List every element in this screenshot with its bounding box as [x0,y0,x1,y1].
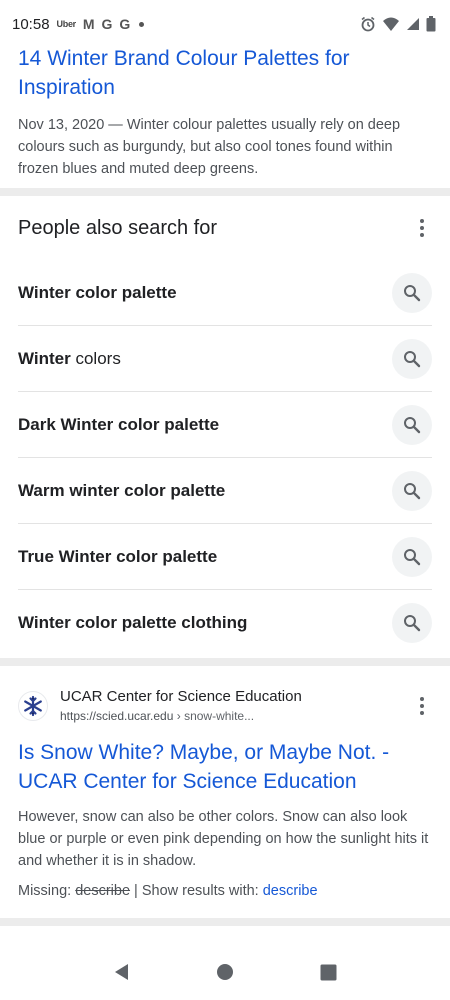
signal-icon [407,18,419,30]
pasf-item[interactable]: Winter color palette [18,260,432,326]
pasf-query: Winter color palette [18,282,177,302]
section-divider [0,188,450,196]
people-also-search-for: People also search for Winter color pale… [0,198,450,656]
show-results-with-link[interactable]: describe [263,883,318,899]
pasf-heading: People also search for [18,216,218,239]
result-title-link[interactable]: Is Snow White? Maybe, or Maybe Not. - UC… [18,738,432,796]
status-left: 10:58 Uber M G G [12,15,145,33]
status-right [360,16,436,32]
home-icon[interactable] [216,963,234,981]
navigation-bar [0,944,450,1000]
more-notifications-dot-icon [139,21,145,27]
section-divider [0,918,450,926]
search-icon[interactable] [392,338,432,379]
result-title-link[interactable]: 14 Winter Brand Colour Palettes for Insp… [18,44,432,102]
search-result-1: 14 Winter Brand Colour Palettes for Insp… [0,44,450,180]
search-result-2: UCAR Center for Science Education https:… [0,680,450,899]
result-snippet: Nov 13, 2020 — Winter colour palettes us… [18,117,401,177]
battery-icon [426,16,436,32]
more-vert-icon[interactable] [412,694,432,718]
pasf-query: True Winter color palette [18,546,218,566]
result-source[interactable]: UCAR Center for Science Education https:… [18,680,432,732]
pasf-item[interactable]: True Winter color palette [18,524,432,590]
status-time: 10:58 [12,15,50,33]
pasf-item[interactable]: Dark Winter color palette [18,392,432,458]
status-bar: 10:58 Uber M G G [0,0,450,48]
back-icon[interactable] [113,963,131,981]
pasf-query: Warm winter color palette [18,480,226,500]
source-text: UCAR Center for Science Education https:… [60,687,412,725]
alarm-icon [361,16,375,32]
snowflake-icon [18,691,48,721]
section-divider [0,658,450,666]
google-notification-icon: G [101,16,113,32]
pasf-header: People also search for [0,198,450,258]
uber-notification-icon: Uber [56,19,77,29]
search-icon[interactable] [392,470,432,511]
site-name: UCAR Center for Science Education [60,688,302,705]
missing-terms: Missing: describe | Show results with: d… [18,883,318,899]
gmail-notification-icon: M [82,16,95,32]
search-icon[interactable] [392,536,432,577]
pasf-list: Winter color palette Winter colors Dark … [0,260,450,656]
pasf-item[interactable]: Winter color palette clothing [18,590,432,656]
pasf-item[interactable]: Warm winter color palette [18,458,432,524]
pasf-query: Winter color palette clothing [18,613,248,632]
search-icon[interactable] [392,603,432,643]
more-vert-icon[interactable] [412,216,432,240]
pasf-query: Dark Winter color palette [18,414,220,434]
search-icon[interactable] [392,404,432,445]
pasf-query: Winter colors [18,348,121,368]
google-notification-icon-2: G [119,16,131,32]
recents-icon[interactable] [320,964,337,981]
pasf-item[interactable]: Winter colors [18,326,432,392]
wifi-icon [383,17,399,31]
result-snippet: However, snow can also be other colors. … [18,809,429,869]
search-icon[interactable] [392,272,432,313]
missing-term: describe [75,883,131,899]
site-url: https://scied.ucar.edu › snow-white... [60,709,255,723]
